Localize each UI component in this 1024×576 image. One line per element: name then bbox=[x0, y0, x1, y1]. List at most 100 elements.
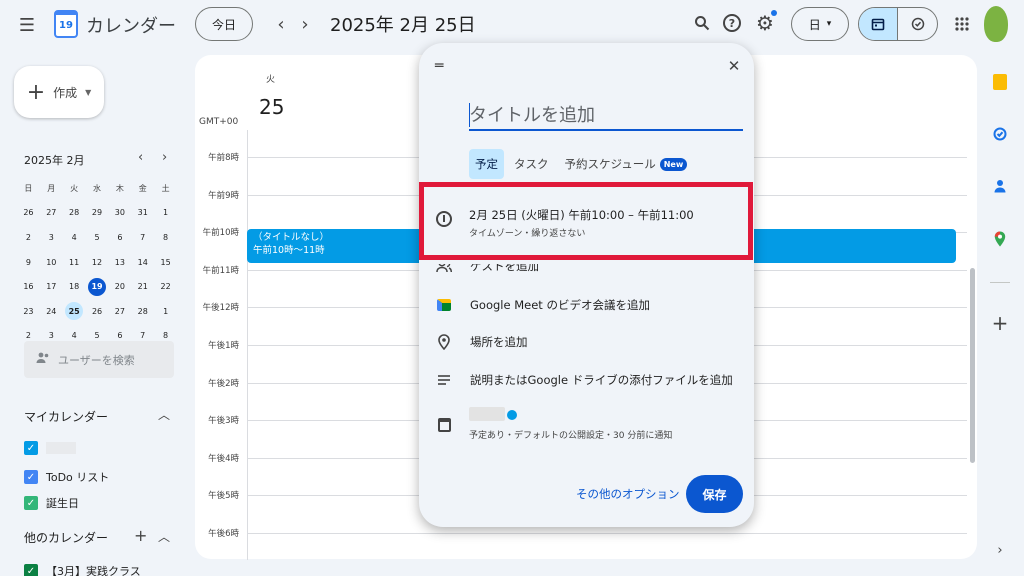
mini-calendar-day[interactable]: 26 bbox=[86, 300, 109, 322]
mini-calendar-prev-icon[interactable]: ‹ bbox=[138, 150, 143, 165]
chevron-up-icon[interactable]: ︿ bbox=[158, 406, 170, 423]
mini-calendar-day[interactable]: 11 bbox=[63, 251, 86, 273]
user-search-input[interactable]: ユーザーを検索 bbox=[24, 341, 174, 378]
mini-calendar-day[interactable]: 13 bbox=[108, 251, 131, 273]
mini-calendar-day[interactable]: 2 bbox=[17, 226, 40, 248]
today-button[interactable]: 今日 bbox=[195, 7, 253, 41]
mini-calendar-day[interactable]: 21 bbox=[131, 276, 154, 298]
add-addon-icon[interactable]: + bbox=[990, 311, 1010, 335]
calendar-mode-icon[interactable] bbox=[859, 8, 899, 40]
mini-calendar-day[interactable]: 23 bbox=[17, 300, 40, 322]
calendar-color-dot[interactable] bbox=[507, 410, 517, 420]
mini-calendar-week: 9 10 11 12 13 14 15 bbox=[17, 250, 177, 275]
checkbox-checked-icon[interactable]: ✓ bbox=[24, 496, 38, 510]
add-other-calendar-icon[interactable]: + bbox=[134, 526, 147, 545]
other-calendars-title[interactable]: 他のカレンダー bbox=[24, 529, 108, 546]
mini-calendar-day[interactable]: 30 bbox=[108, 202, 131, 224]
add-description-option[interactable]: 説明またはGoogle ドライブの添付ファイルを追加 bbox=[436, 372, 733, 388]
previous-day-button[interactable]: ‹ bbox=[270, 12, 292, 36]
mini-calendar-day[interactable]: 28 bbox=[63, 202, 86, 224]
account-avatar[interactable] bbox=[984, 6, 1008, 42]
mini-calendar-day[interactable]: 1 bbox=[154, 202, 177, 224]
mini-calendar-day[interactable]: 26 bbox=[17, 202, 40, 224]
mini-calendar-day[interactable]: 6 bbox=[108, 226, 131, 248]
mini-calendar-weekday: 土 bbox=[161, 183, 170, 193]
next-day-button[interactable]: › bbox=[294, 12, 316, 36]
mini-calendar-day[interactable]: 18 bbox=[63, 276, 86, 298]
my-calendars-title[interactable]: マイカレンダー bbox=[24, 408, 108, 425]
expand-side-panel-icon[interactable]: › bbox=[990, 540, 1010, 560]
main-menu-icon[interactable]: ☰ bbox=[14, 12, 40, 38]
mini-calendar-next-icon[interactable]: › bbox=[162, 150, 167, 165]
highlight-annotation-box bbox=[419, 182, 753, 260]
mini-calendar-day[interactable]: 29 bbox=[86, 202, 109, 224]
mini-calendar-weekday: 月 bbox=[47, 183, 56, 193]
mini-calendar-day[interactable]: 27 bbox=[108, 300, 131, 322]
day-number[interactable]: 25 bbox=[259, 95, 284, 119]
search-icon[interactable] bbox=[690, 11, 714, 35]
mini-calendar-day[interactable]: 10 bbox=[40, 251, 63, 273]
mini-calendar-day[interactable]: 28 bbox=[131, 300, 154, 322]
checkbox-checked-icon[interactable]: ✓ bbox=[24, 564, 38, 576]
other-calendar-item[interactable]: ✓ 【3月】実践クラス bbox=[24, 563, 141, 576]
add-location-option[interactable]: 場所を追加 bbox=[436, 334, 528, 350]
keep-icon[interactable] bbox=[990, 72, 1010, 92]
mini-calendar-day[interactable]: 20 bbox=[108, 276, 131, 298]
checkbox-checked-icon[interactable]: ✓ bbox=[24, 441, 38, 455]
mini-calendar-day[interactable]: 5 bbox=[86, 226, 109, 248]
view-selector[interactable]: 日 ▾ bbox=[791, 7, 849, 41]
close-icon[interactable]: ✕ bbox=[723, 55, 745, 77]
create-button[interactable]: + 作成 ▼ bbox=[14, 66, 104, 118]
mini-calendar-day[interactable]: 15 bbox=[154, 251, 177, 273]
mini-calendar-day[interactable]: 1 bbox=[154, 300, 177, 322]
save-button[interactable]: 保存 bbox=[686, 475, 743, 513]
tab-event[interactable]: 予定 bbox=[469, 149, 504, 179]
rail-divider bbox=[990, 282, 1010, 283]
calendar-settings-summary[interactable]: 予定あり・デフォルトの公開設定・30 分前に通知 bbox=[469, 428, 672, 441]
my-calendar-item[interactable]: ✓ bbox=[24, 441, 84, 455]
tab-task[interactable]: タスク bbox=[508, 149, 555, 179]
mini-calendar-day[interactable]: 14 bbox=[131, 251, 154, 273]
timezone-label: GMT+00 bbox=[199, 117, 239, 127]
mini-calendar-day[interactable]: 16 bbox=[17, 276, 40, 298]
mini-calendar-day[interactable]: 7 bbox=[131, 226, 154, 248]
chevron-up-icon[interactable]: ︿ bbox=[158, 528, 170, 545]
mini-calendar-day[interactable]: 4 bbox=[63, 226, 86, 248]
hour-label: 午前10時 bbox=[202, 228, 239, 239]
tasks-mode-icon[interactable] bbox=[898, 8, 937, 40]
more-options-link[interactable]: その他のオプション bbox=[576, 486, 680, 502]
tab-appointment-schedule[interactable]: 予約スケジュール New bbox=[559, 149, 694, 179]
event-title-input[interactable] bbox=[469, 101, 743, 131]
hour-label: 午前9時 bbox=[208, 190, 239, 201]
mini-calendar-day[interactable]: 12 bbox=[86, 251, 109, 273]
mini-calendar-day[interactable]: 17 bbox=[40, 276, 63, 298]
maps-icon[interactable] bbox=[990, 229, 1010, 249]
calendar-logo-icon[interactable]: 19 bbox=[54, 10, 78, 38]
tasks-icon[interactable] bbox=[990, 124, 1010, 144]
mini-calendar-day[interactable]: 31 bbox=[131, 202, 154, 224]
app-title[interactable]: カレンダー bbox=[86, 12, 176, 38]
mini-calendar-day[interactable]: 3 bbox=[40, 226, 63, 248]
mini-calendar-day[interactable]: 8 bbox=[154, 226, 177, 248]
my-calendar-item[interactable]: ✓ ToDo リスト bbox=[24, 469, 109, 485]
chevron-down-icon: ▾ bbox=[826, 19, 832, 29]
calendar-label: 【3月】実践クラス bbox=[46, 565, 141, 576]
add-google-meet-option[interactable]: Google Meet のビデオ会議を追加 bbox=[436, 297, 650, 313]
redacted-calendar-owner[interactable] bbox=[469, 407, 505, 421]
mini-calendar-day[interactable]: 27 bbox=[40, 202, 63, 224]
mini-calendar-day[interactable]: 22 bbox=[154, 276, 177, 298]
google-apps-grid-icon[interactable] bbox=[950, 12, 974, 36]
location-pin-icon bbox=[436, 334, 452, 350]
mini-calendar-day[interactable]: 24 bbox=[40, 300, 63, 322]
contacts-icon[interactable] bbox=[990, 176, 1010, 196]
mini-calendar-day[interactable]: 19 bbox=[88, 277, 106, 296]
day-weekday: 火 bbox=[266, 75, 276, 85]
my-calendar-item[interactable]: ✓ 誕生日 bbox=[24, 495, 79, 511]
scrollbar[interactable] bbox=[970, 268, 975, 463]
drag-handle-icon[interactable]: ═ bbox=[435, 58, 443, 74]
mini-calendar-day[interactable]: 25 bbox=[65, 302, 84, 321]
mini-calendar-day[interactable]: 9 bbox=[17, 251, 40, 273]
help-icon[interactable]: ? bbox=[720, 11, 744, 35]
top-app-bar: ☰ 19 カレンダー 今日 ‹ › 2025年 2月 25日 ? ⚙ 日 ▾ bbox=[0, 0, 1024, 48]
checkbox-checked-icon[interactable]: ✓ bbox=[24, 470, 38, 484]
